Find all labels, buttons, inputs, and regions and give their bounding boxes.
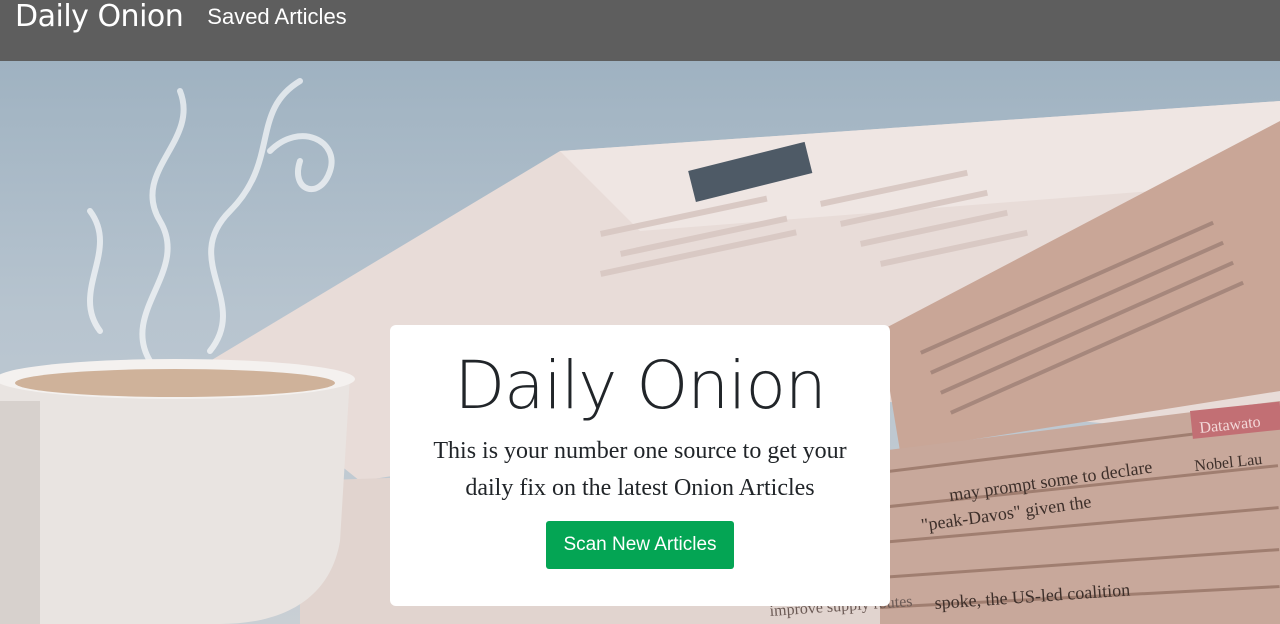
navbar: Daily Onion Saved Articles — [0, 0, 1280, 61]
hero-banner: may prompt some to declare "peak-Davos" … — [0, 61, 1280, 624]
hero-card: Daily Onion This is your number one sour… — [390, 325, 890, 606]
hero-description: This is your number one source to get yo… — [433, 438, 847, 501]
saved-articles-link[interactable]: Saved Articles — [207, 4, 346, 30]
scan-new-articles-button[interactable]: Scan New Articles — [546, 521, 734, 569]
coffee-cup — [0, 359, 355, 624]
page-title: Daily Onion — [454, 347, 826, 424]
brand-link[interactable]: Daily Onion — [15, 0, 184, 35]
